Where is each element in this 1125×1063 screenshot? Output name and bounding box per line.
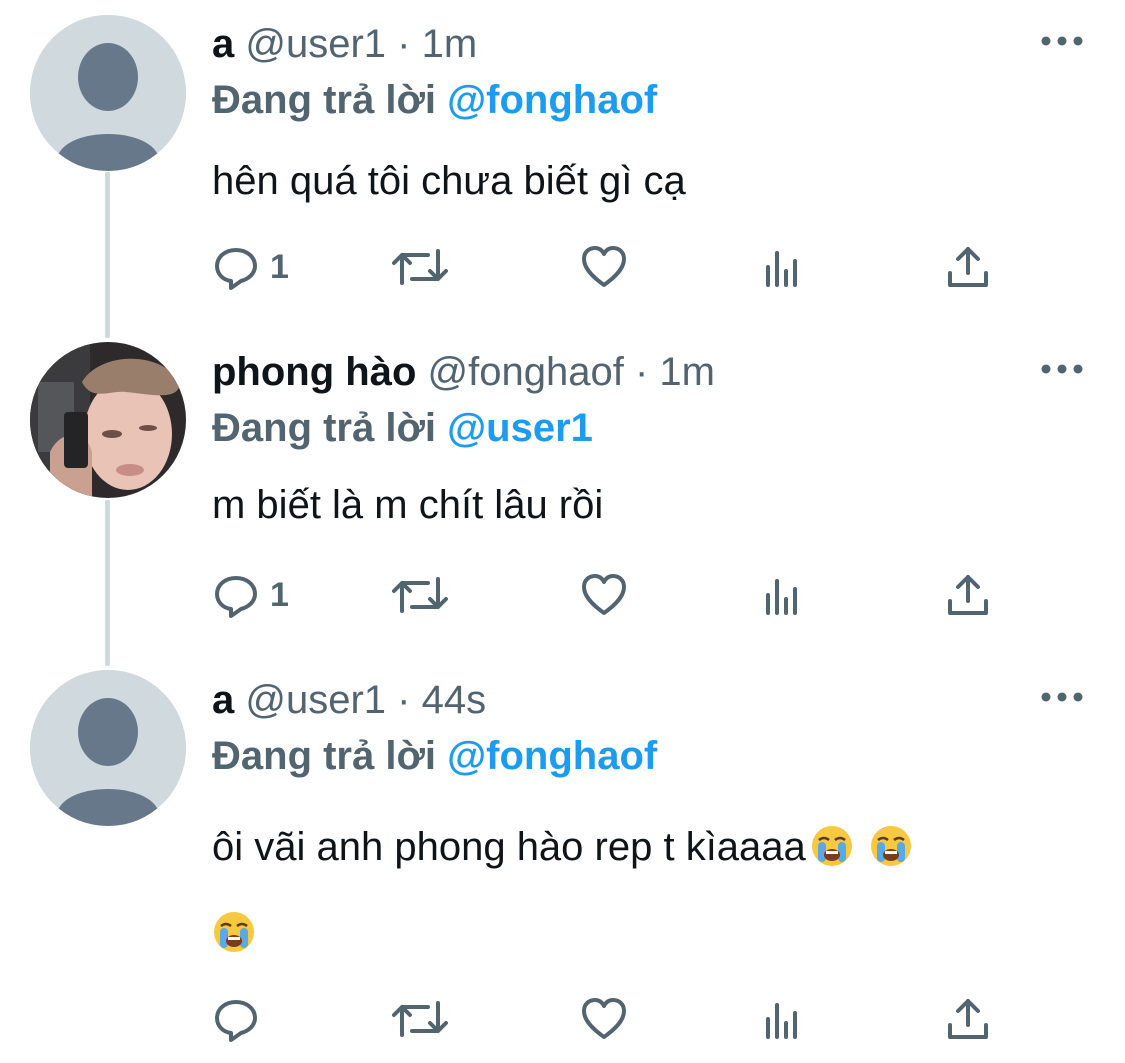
action-bar: [212, 994, 1012, 1044]
replying-to: Đang trả lời @fonghaof: [212, 76, 657, 124]
tweet-header: phong hào @fonghaof · 1m: [212, 348, 715, 396]
handle[interactable]: @user1: [245, 678, 386, 722]
profile-photo-icon: [30, 342, 186, 498]
tweet-text: hên quá tôi chưa biết gì cạ: [212, 159, 686, 203]
timestamp[interactable]: 1m: [422, 22, 478, 66]
share-icon: [948, 999, 988, 1039]
reply-icon: [215, 576, 257, 618]
like-button[interactable]: [580, 242, 628, 292]
separator: ·: [623, 350, 660, 394]
mention-link[interactable]: @fonghaof: [447, 78, 657, 122]
like-icon: [582, 574, 626, 615]
views-button[interactable]: [764, 994, 804, 1044]
tweet[interactable]: a @user1 · 1m Đang trả lời @fonghaof hên…: [0, 15, 1125, 320]
share-button[interactable]: [944, 242, 992, 292]
share-button[interactable]: [944, 570, 992, 620]
retweet-button[interactable]: [390, 994, 450, 1044]
views-icon: [766, 579, 797, 615]
replying-label: Đang trả lời: [212, 734, 437, 778]
loudly-crying-face-icon: [869, 816, 913, 894]
handle[interactable]: @fonghaof: [428, 350, 624, 394]
handle[interactable]: @user1: [245, 22, 386, 66]
mention-link[interactable]: @user1: [447, 406, 593, 450]
more-icon[interactable]: [1040, 34, 1084, 48]
separator: ·: [386, 22, 422, 66]
retweet-icon: [392, 577, 448, 613]
reply-count: 1: [270, 575, 289, 614]
replying-label: Đang trả lời: [212, 406, 437, 450]
like-button[interactable]: [580, 994, 628, 1044]
replying-to: Đang trả lời @user1: [212, 404, 593, 452]
tweet-text: m biết là m chít lâu rồi: [212, 483, 604, 527]
avatar[interactable]: [30, 15, 186, 171]
views-button[interactable]: [764, 242, 804, 292]
share-icon: [948, 247, 988, 287]
tweet[interactable]: a @user1 · 44s Đang trả lời @fonghaof ôi…: [0, 670, 1125, 1063]
replying-label: Đang trả lời: [212, 78, 437, 122]
action-bar: 1: [212, 242, 1012, 292]
reply-icon: [215, 248, 257, 290]
retweet-icon: [392, 1001, 448, 1037]
more-icon[interactable]: [1040, 362, 1084, 376]
reply-button[interactable]: 1: [212, 242, 289, 292]
views-button[interactable]: [764, 570, 804, 620]
views-icon: [766, 1003, 797, 1039]
tweet-text-line: ôi vãi anh phong hào rep t kìaaaa: [212, 825, 806, 869]
loudly-crying-face-icon: [810, 816, 854, 894]
reply-button[interactable]: 1: [212, 570, 289, 620]
default-avatar-icon: [30, 670, 186, 826]
loudly-crying-face-icon: [212, 902, 256, 980]
avatar[interactable]: [30, 670, 186, 826]
action-bar: 1: [212, 570, 1012, 620]
display-name[interactable]: a: [212, 678, 234, 722]
share-icon: [948, 575, 988, 615]
reply-icon: [215, 1000, 257, 1042]
display-name[interactable]: phong hào: [212, 350, 416, 394]
tweet-text: ôi vãi anh phong hào rep t kìaaaa: [212, 808, 1092, 980]
timestamp[interactable]: 1m: [659, 350, 715, 394]
timestamp[interactable]: 44s: [422, 678, 487, 722]
separator: ·: [386, 678, 422, 722]
like-icon: [582, 998, 626, 1039]
more-icon[interactable]: [1040, 690, 1084, 704]
avatar[interactable]: [30, 342, 186, 498]
retweet-button[interactable]: [390, 570, 450, 620]
mention-link[interactable]: @fonghaof: [447, 734, 657, 778]
share-button[interactable]: [944, 994, 992, 1044]
views-icon: [766, 251, 797, 287]
tweet-header: a @user1 · 1m: [212, 20, 477, 68]
default-avatar-icon: [30, 15, 186, 171]
retweet-icon: [392, 249, 448, 285]
replying-to: Đang trả lời @fonghaof: [212, 732, 657, 780]
like-button[interactable]: [580, 570, 628, 620]
reply-button[interactable]: [212, 994, 270, 1044]
like-icon: [582, 246, 626, 287]
reply-count: 1: [270, 247, 289, 286]
tweet-header: a @user1 · 44s: [212, 676, 486, 724]
tweet[interactable]: phong hào @fonghaof · 1m Đang trả lời @u…: [0, 342, 1125, 648]
display-name[interactable]: a: [212, 22, 234, 66]
retweet-button[interactable]: [390, 242, 450, 292]
